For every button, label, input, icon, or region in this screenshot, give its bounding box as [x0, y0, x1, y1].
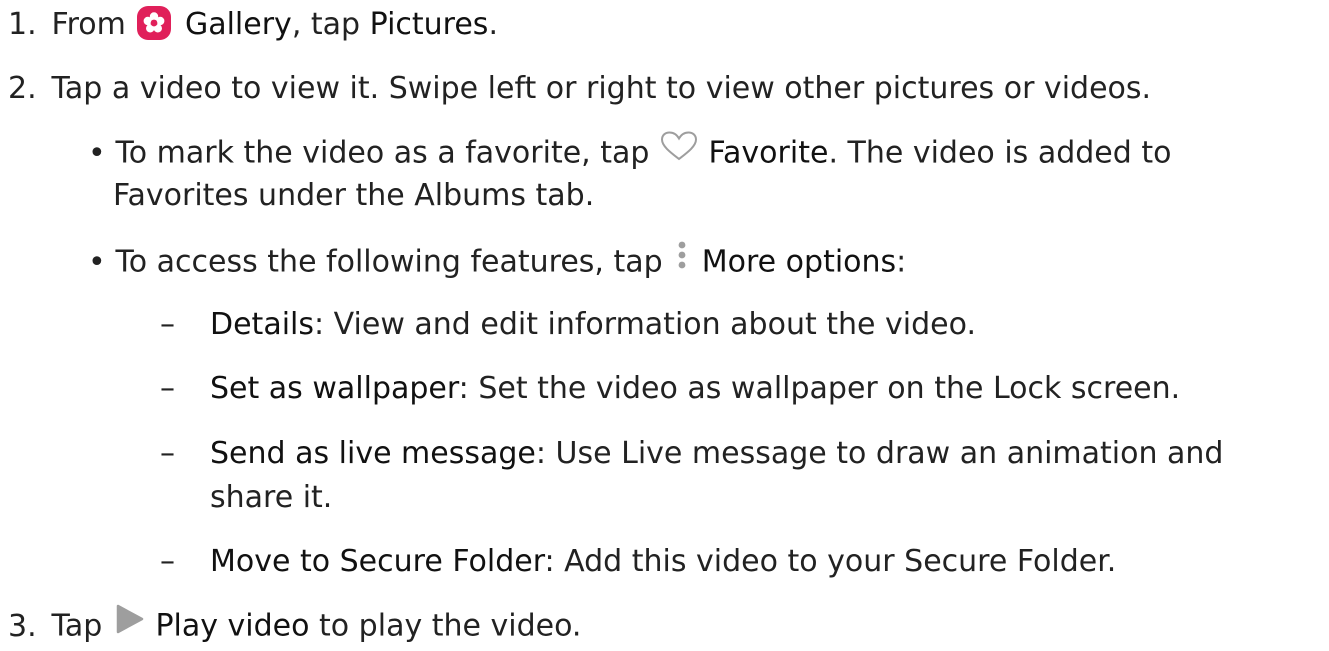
heart-outline-icon [659, 130, 699, 172]
dash-marker: – [160, 436, 175, 471]
bullet-text: . The video is added to [828, 135, 1172, 171]
bullet-marker: • [88, 244, 106, 280]
dash-marker: – [160, 307, 175, 342]
gallery-app-name: Gallery [184, 7, 292, 42]
bullet-more-options: • To access the following features, tap … [88, 239, 907, 284]
step-3: 3. Tap Play video to play the video. [8, 603, 582, 648]
gallery-flower-icon [137, 5, 172, 40]
play-triangle-icon [112, 603, 146, 645]
subitem-label: Details [210, 307, 315, 342]
subitem-move-to-secure-folder: – Move to Secure Folder: Add this video t… [160, 543, 1116, 581]
step-number: 2. [8, 71, 37, 106]
bullet-marker: • [88, 135, 106, 171]
bullet-text: : [896, 244, 907, 280]
subitem-text: : Use Live message to draw an animation … [535, 436, 1224, 471]
bullet-text: To access the following features, tap [115, 244, 663, 280]
step-1: 1. From Gallery, tap Pictures. [8, 5, 498, 44]
bullet-favorite: • To mark the video as a favorite, tap F… [88, 130, 1172, 175]
bullet-text: To mark the video as a favorite, tap [115, 135, 650, 171]
step-text: From [51, 7, 126, 42]
play-video-label: Play video [155, 608, 310, 644]
vertical-dots-icon [672, 239, 692, 281]
subitem-send-as-live-message: – Send as live message: Use Live message … [160, 435, 1223, 473]
subitem-text: : View and edit information about the vi… [314, 307, 976, 342]
favorite-button-label: Favorite [708, 135, 829, 171]
step-text: . [488, 7, 498, 42]
step-text: to play the video. [319, 608, 582, 644]
step-number: 1. [8, 7, 37, 42]
step-number: 3. [8, 608, 37, 644]
dash-marker: – [160, 544, 175, 579]
bullet-favorite-continuation: Favorites under the Albums tab. [113, 178, 595, 213]
pictures-tab-name: Pictures [369, 7, 489, 42]
more-options-label: More options [701, 244, 897, 280]
subitem-details: – Details: View and edit information abou… [160, 306, 976, 344]
step-text: , tap [291, 7, 361, 42]
subitem-text: : Add this video to your Secure Folder. [544, 544, 1117, 579]
step-text: Tap [51, 608, 103, 644]
step-2: 2. Tap a video to view it. Swipe left or… [8, 70, 1151, 108]
dash-marker: – [160, 371, 175, 406]
subitem-label: Send as live message [210, 436, 536, 471]
subitem-label: Move to Secure Folder [210, 544, 545, 579]
subitem-send-as-live-message-continuation: share it. [210, 480, 333, 515]
step-text: Tap a video to view it. Swipe left or ri… [51, 71, 1152, 106]
subitem-label: Set as wallpaper [210, 371, 459, 406]
subitem-set-as-wallpaper: – Set as wallpaper: Set the video as wall… [160, 370, 1180, 408]
subitem-text: : Set the video as wallpaper on the Lock… [458, 371, 1181, 406]
